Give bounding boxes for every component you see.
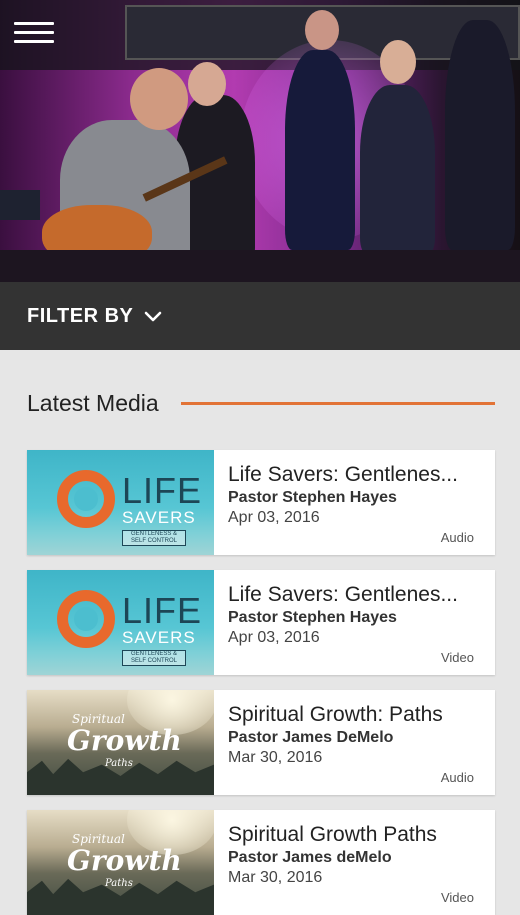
thumbnail-title: LIFE: [122, 470, 203, 511]
guitarist-head: [130, 68, 188, 130]
media-card[interactable]: Spiritual Growth Paths Spiritual Growth:…: [27, 690, 495, 795]
thumbnail-title: Growth: [67, 844, 182, 877]
media-type-label: Video: [440, 650, 474, 665]
media-thumbnail: Spiritual Growth Paths: [27, 810, 214, 915]
media-title: Spiritual Growth: Paths: [228, 703, 443, 726]
section-title: Latest Media: [27, 389, 159, 416]
section-divider: [180, 401, 495, 405]
menu-line: [14, 40, 54, 43]
media-title: Life Savers: Gentlenes...: [228, 463, 458, 486]
menu-line: [14, 22, 54, 25]
media-thumbnail: LIFE SAVERS GENTLENESS & SELF CONTROL: [27, 570, 214, 675]
media-card[interactable]: Spiritual Growth Paths Spiritual Growth …: [27, 810, 495, 915]
singer-head: [305, 10, 339, 50]
media-date: Mar 30, 2016: [228, 869, 323, 886]
filter-bar: FILTER BY: [0, 282, 520, 350]
media-type-label: Audio: [440, 530, 474, 545]
hero-banner-image: [0, 0, 520, 282]
media-info: Life Savers: Gentlenes... Pastor Stephen…: [214, 570, 495, 675]
life-ring-center: [74, 607, 98, 631]
media-author: Pastor Stephen Hayes: [228, 489, 397, 506]
media-info: Spiritual Growth: Paths Pastor James DeM…: [214, 690, 495, 795]
thumbnail-subtitle: SAVERS: [122, 508, 196, 527]
stage-floor: [0, 250, 520, 282]
media-author: Pastor Stephen Hayes: [228, 609, 397, 626]
thumbnail-subtitle: Paths: [105, 758, 133, 769]
media-date: Mar 30, 2016: [228, 749, 323, 766]
media-type-label: Audio: [440, 770, 474, 785]
filter-by-button[interactable]: FILTER BY: [27, 305, 163, 328]
media-date: Apr 03, 2016: [228, 629, 320, 646]
singer-silhouette: [285, 50, 355, 250]
media-type-label: Video: [440, 890, 474, 905]
thumbnail-subtitle: SAVERS: [122, 628, 196, 647]
thumbnail-title: LIFE: [122, 590, 203, 631]
media-date: Apr 03, 2016: [228, 509, 320, 526]
laptop-shape: [0, 190, 40, 220]
filter-by-label: FILTER BY: [27, 304, 134, 327]
singer-head: [188, 62, 226, 106]
media-title: Life Savers: Gentlenes...: [228, 583, 458, 606]
hamburger-menu-icon[interactable]: [14, 22, 54, 52]
media-thumbnail: LIFE SAVERS GENTLENESS & SELF CONTROL: [27, 450, 214, 555]
media-card[interactable]: LIFE SAVERS GENTLENESS & SELF CONTROL Li…: [27, 450, 495, 555]
thumbnail-caption: GENTLENESS & SELF CONTROL: [122, 530, 186, 546]
singer-silhouette: [360, 85, 435, 255]
media-author: Pastor James DeMelo: [228, 729, 394, 746]
chevron-down-icon: [145, 311, 162, 322]
menu-line: [14, 31, 54, 34]
thumbnail-subtitle: Paths: [105, 878, 133, 889]
thumbnail-title: Growth: [67, 724, 182, 757]
life-ring-center: [74, 487, 98, 511]
media-card[interactable]: LIFE SAVERS GENTLENESS & SELF CONTROL Li…: [27, 570, 495, 675]
media-info: Spiritual Growth Paths Pastor James deMe…: [214, 810, 495, 915]
singer-head: [380, 40, 416, 84]
singer-silhouette: [445, 20, 515, 250]
media-thumbnail: Spiritual Growth Paths: [27, 690, 214, 795]
thumbnail-caption: GENTLENESS & SELF CONTROL: [122, 650, 186, 666]
media-author: Pastor James deMelo: [228, 849, 392, 866]
media-info: Life Savers: Gentlenes... Pastor Stephen…: [214, 450, 495, 555]
media-title: Spiritual Growth Paths: [228, 823, 437, 846]
latest-media-header: Latest Media: [27, 385, 495, 421]
